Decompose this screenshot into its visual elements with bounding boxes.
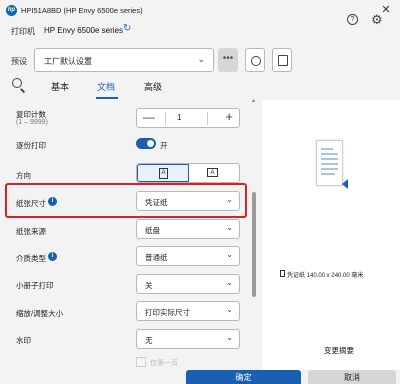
watermark-select[interactable]: 无 ⌄ [136, 329, 240, 349]
paper-size-label: 纸张尺寸 [16, 199, 46, 208]
media-type-select[interactable]: 普通纸 ⌄ [136, 246, 240, 266]
ok-button[interactable]: 确定 [186, 370, 301, 384]
copies-value[interactable]: 1 [177, 113, 181, 122]
chevron-down-icon: ⌄ [197, 54, 205, 64]
booklet-label: 小册子打印 [16, 281, 54, 290]
divider [207, 112, 208, 125]
orientation-selector[interactable]: A A [136, 163, 240, 183]
help-icon[interactable]: ? [347, 14, 358, 25]
collate-label: 逐份打印 [16, 141, 46, 150]
tab-document[interactable]: 文档 [97, 80, 115, 93]
preview-line [321, 173, 335, 175]
plus-icon[interactable]: + [225, 109, 233, 124]
reset-icon [251, 56, 261, 66]
save-preset-button[interactable] [272, 48, 292, 72]
search-icon-handle [20, 88, 26, 93]
printer-label: 打印机 [11, 27, 35, 36]
printer-name: HP Envy 6500e series [44, 26, 124, 35]
scaling-value: 打印实际尺寸 [145, 308, 190, 317]
first-page-only-checkbox[interactable] [136, 357, 146, 367]
preset-select[interactable]: 工厂默认设置 ⌄ [34, 48, 214, 72]
scaling-select[interactable]: 打印实际尺寸 ⌄ [136, 301, 240, 321]
paper-source-value: 纸盘 [145, 226, 160, 235]
info-icon[interactable]: i [48, 252, 57, 261]
watermark-label: 水印 [16, 336, 31, 345]
paper-size-value: 凭证纸 [145, 198, 168, 207]
gear-icon[interactable]: ⚙ [371, 12, 383, 28]
tab-basic[interactable]: 基本 [51, 80, 69, 93]
chevron-down-icon: ⌄ [226, 223, 233, 232]
media-type-value: 普通纸 [145, 253, 168, 262]
paper-source-label: 纸张来源 [16, 227, 46, 236]
preview-line [321, 168, 338, 170]
chevron-down-icon: ⌄ [226, 305, 233, 314]
preview-line [321, 148, 333, 150]
collate-toggle[interactable] [136, 138, 156, 149]
divider [165, 112, 166, 125]
orientation-label: 方向 [16, 171, 31, 180]
tab-advanced[interactable]: 高级 [144, 80, 162, 93]
paper-source-select[interactable]: 纸盘 ⌄ [136, 219, 240, 239]
watermark-value: 无 [145, 336, 153, 345]
hp-logo-icon: hp [6, 5, 17, 16]
collate-state: 开 [160, 141, 168, 150]
tab-active-indicator [96, 97, 118, 99]
preset-label: 预设 [11, 57, 27, 66]
more-options-button[interactable]: ••• [218, 48, 238, 72]
chevron-down-icon: ⌄ [226, 250, 233, 259]
copies-range: (1 – 9999) [16, 119, 48, 126]
paper-preview [316, 140, 343, 186]
scrollbar-thumb[interactable] [252, 192, 256, 297]
save-icon [278, 55, 288, 66]
media-type-label: 介质类型 [16, 254, 46, 263]
search-icon[interactable] [12, 78, 22, 88]
portrait-option[interactable]: A [137, 164, 189, 182]
preview-line [321, 153, 338, 155]
window-title: HPI51A8BD (HP Envy 6500e series) [21, 6, 143, 15]
first-page-only-label: 仅第一页 [150, 360, 178, 367]
paper-size-select[interactable]: 凭证纸 ⌄ [136, 191, 240, 211]
reset-preset-button[interactable] [245, 48, 265, 72]
preview-size-text: 凭证纸 140.00 x 240.00 毫米 [287, 273, 364, 279]
preview-line [321, 158, 338, 160]
chevron-down-icon: ⌄ [226, 333, 233, 342]
change-summary-link[interactable]: 变更摘要 [324, 345, 354, 356]
portrait-icon: A [159, 168, 168, 179]
toggle-knob [147, 140, 154, 147]
preset-value: 工厂默认设置 [44, 57, 92, 66]
feed-direction-icon [342, 179, 348, 189]
preview-line [321, 163, 338, 165]
scaling-label: 缩放/调整大小 [16, 309, 64, 318]
scroll-up-icon[interactable]: ▲ [251, 98, 256, 104]
page-icon [280, 270, 285, 277]
booklet-value: 关 [145, 281, 153, 290]
refresh-icon[interactable]: ↻ [123, 23, 131, 34]
minus-icon[interactable]: — [143, 110, 155, 124]
chevron-down-icon: ⌄ [226, 195, 233, 204]
copies-stepper[interactable]: — 1 + [136, 108, 240, 128]
chevron-down-icon: ⌄ [226, 278, 233, 287]
info-icon[interactable]: i [48, 197, 57, 206]
booklet-select[interactable]: 关 ⌄ [136, 274, 240, 294]
landscape-icon[interactable]: A [207, 168, 218, 177]
cancel-button[interactable]: 取消 [308, 370, 396, 384]
